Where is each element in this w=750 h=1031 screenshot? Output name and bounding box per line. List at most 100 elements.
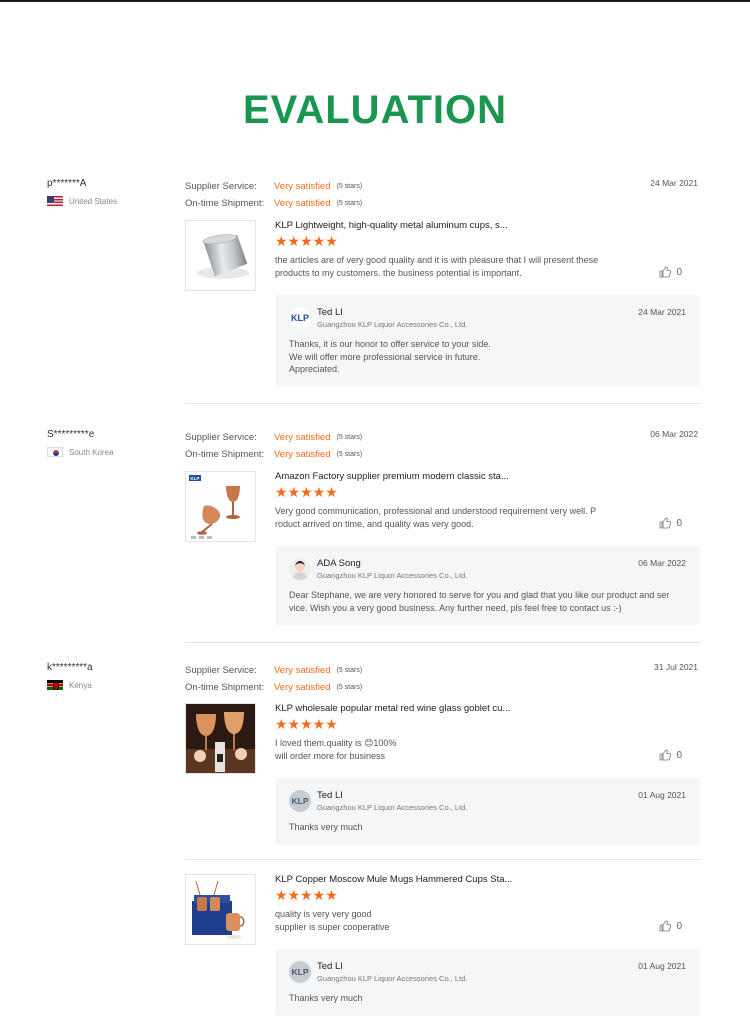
rating-stars: ★★★★★ <box>275 484 338 500</box>
reply-text-line: Thanks very much <box>289 822 363 832</box>
thumbs-up-icon <box>660 920 672 932</box>
like-count: 0 <box>676 749 682 761</box>
avatar-logo-text: KLP <box>291 796 309 806</box>
review-text: the articles are of very good quality an… <box>275 254 625 279</box>
like-button[interactable]: 0 <box>659 920 682 932</box>
reply-date: 24 Mar 2021 <box>638 307 686 317</box>
ontime-shipment-stars: (5 stars) <box>336 200 363 207</box>
klp-avatar: KLP <box>289 961 311 983</box>
supplier-service-stars: (5 stars) <box>336 667 363 674</box>
wine-goblet-photo[interactable] <box>185 703 256 774</box>
supplier-service-stars: (5 stars) <box>336 434 363 441</box>
thumbs-up-icon <box>660 749 672 761</box>
reply-company: Guangzhou KLP Liquor Accessories Co., Lt… <box>317 571 468 580</box>
like-count: 0 <box>676 517 682 529</box>
reviewer-info: p*******A United States <box>47 178 177 206</box>
reply-company: Guangzhou KLP Liquor Accessories Co., Lt… <box>317 320 468 329</box>
reply-company: Guangzhou KLP Liquor Accessories Co., Lt… <box>317 974 468 983</box>
review-date: 06 Mar 2022 <box>650 429 698 439</box>
review-text-line: products to my customers. the business p… <box>275 267 522 278</box>
avatar-logo-text: KLP <box>291 967 309 977</box>
review-text: quality is very very good supplier is su… <box>275 908 625 933</box>
image-logo-text: KLP <box>191 476 200 481</box>
reply-author: Ted LI <box>317 307 343 318</box>
ontime-shipment-label: On-time Shipment: <box>185 449 265 460</box>
rating-stars: ★★★★★ <box>275 233 338 249</box>
klp-avatar: KLP <box>289 790 311 812</box>
reply-author: ADA Song <box>317 558 361 569</box>
reply-date: 01 Aug 2021 <box>638 790 686 800</box>
supplier-service-stars: (5 stars) <box>336 183 363 190</box>
aluminum-cup-image[interactable] <box>185 220 256 291</box>
reply-author: Ted LI <box>317 961 343 972</box>
supplier-reply: KLP Ted LI Guangzhou KLP Liquor Accessor… <box>275 778 700 845</box>
reply-author: Ted LI <box>317 790 343 801</box>
ada-song-avatar <box>289 558 311 580</box>
country-name: Kenya <box>69 680 92 690</box>
product-title-link[interactable]: KLP Copper Moscow Mule Mugs Hammered Cup… <box>275 874 512 885</box>
supplier-reply: KLP Ted LI Guangzhou KLP Liquor Accessor… <box>275 295 700 386</box>
supplier-service-value: Very satisfied <box>274 181 331 192</box>
supplier-reply: KLP Ted LI Guangzhou KLP Liquor Accessor… <box>275 949 700 1016</box>
ontime-shipment-label: On-time Shipment: <box>185 198 265 209</box>
review-divider <box>185 642 700 643</box>
avatar-logo-text: KLP <box>291 313 309 323</box>
copper-goblet-image[interactable]: KLP <box>185 471 256 542</box>
supplier-ratings: Supplier Service: Very satisfied (5 stars)… <box>185 429 515 463</box>
reply-company: Guangzhou KLP Liquor Accessories Co., Lt… <box>317 803 468 812</box>
ontime-shipment-value: Very satisfied <box>274 682 331 693</box>
reviewer-country: South Korea <box>47 447 177 457</box>
product-title-link[interactable]: Amazon Factory supplier premium modern c… <box>275 471 509 482</box>
like-count: 0 <box>676 266 682 278</box>
reply-text: Dear Stephane, we are very honored to se… <box>289 589 689 614</box>
reply-text: Thanks, it is our honor to offer service… <box>289 338 689 376</box>
product-title-link[interactable]: KLP wholesale popular metal red wine gla… <box>275 703 510 714</box>
rating-stars: ★★★★★ <box>275 716 338 732</box>
reply-text-line: Thanks very much <box>289 993 363 1003</box>
country-name: South Korea <box>69 447 114 457</box>
reply-text-line: Appreciated. <box>289 364 340 374</box>
like-button[interactable]: 0 <box>659 749 682 761</box>
review-text-line: quality is very very good <box>275 909 372 919</box>
like-button[interactable]: 0 <box>659 266 682 278</box>
reply-date: 06 Mar 2022 <box>638 558 686 568</box>
reply-text-line: We will offer more professional service … <box>289 351 481 362</box>
supplier-service-label: Supplier Service: <box>185 665 257 676</box>
supplier-service-value: Very satisfied <box>274 665 331 676</box>
reviewer-info: k*********a Kenya <box>47 662 177 690</box>
product-title-link[interactable]: KLP Lightweight, high-quality metal alum… <box>275 220 508 231</box>
supplier-ratings: Supplier Service: Very satisfied (5 stars)… <box>185 662 515 696</box>
review-card: KLP Copper Moscow Mule Mugs Hammered Cup… <box>0 874 750 1024</box>
review-divider <box>185 859 700 860</box>
review-text-line: roduct arrived on time, and quality was … <box>275 518 474 529</box>
reply-date: 01 Aug 2021 <box>638 961 686 971</box>
reviewer-name: p*******A <box>47 178 87 189</box>
reply-text-line: vice. Wish you a very good business. Any… <box>289 602 622 613</box>
reply-text: Thanks very much <box>289 821 689 834</box>
review-text-line: Very good communication, professional an… <box>275 506 597 516</box>
reply-text-line: Dear Stephane, we are very honored to se… <box>289 590 670 600</box>
review-date: 31 Jul 2021 <box>654 662 698 672</box>
ontime-shipment-stars: (5 stars) <box>336 451 363 458</box>
like-button[interactable]: 0 <box>659 517 682 529</box>
us-flag-icon <box>47 196 63 206</box>
ontime-shipment-value: Very satisfied <box>274 449 331 460</box>
page-title: EVALUATION <box>242 88 508 132</box>
copper-mugs-gift-box-image[interactable] <box>185 874 256 945</box>
like-count: 0 <box>676 920 682 932</box>
review-text: Very good communication, professional an… <box>275 505 625 530</box>
thumbs-up-icon <box>660 266 672 278</box>
review-card: p*******A United States Supplier Service… <box>0 178 750 408</box>
ke-flag-icon <box>47 680 63 690</box>
review-text-line: will order more for business <box>275 750 386 761</box>
kr-flag-icon <box>47 447 63 457</box>
reviewer-country: United States <box>47 196 177 206</box>
country-name: United States <box>69 196 118 206</box>
supplier-service-label: Supplier Service: <box>185 181 257 192</box>
supplier-service-label: Supplier Service: <box>185 432 257 443</box>
review-date: 24 Mar 2021 <box>650 178 698 188</box>
reply-text-line: Thanks, it is our honor to offer service… <box>289 339 491 349</box>
supplier-reply: ADA Song Guangzhou KLP Liquor Accessorie… <box>275 546 700 625</box>
review-text-line: the articles are of very good quality an… <box>275 255 599 265</box>
reviewer-name: k*********a <box>47 662 93 673</box>
